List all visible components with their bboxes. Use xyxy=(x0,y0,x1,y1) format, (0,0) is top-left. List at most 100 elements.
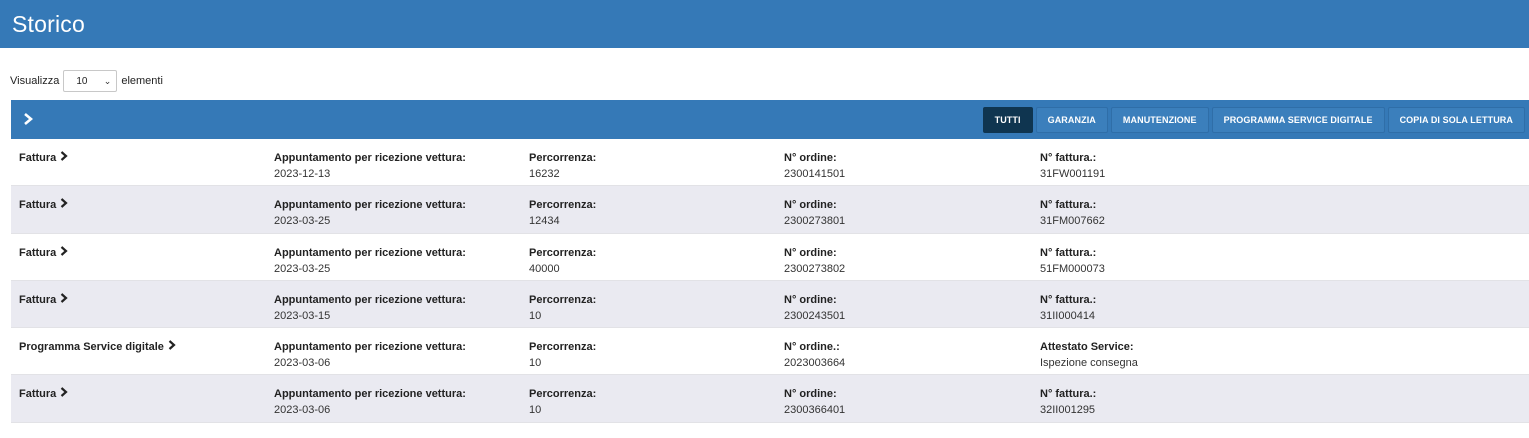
row-type-link[interactable]: Fattura xyxy=(19,198,68,212)
order-label: N° ordine: xyxy=(784,246,837,259)
row-type-label: Fattura xyxy=(19,293,57,306)
row-type-label: Fattura xyxy=(19,152,57,164)
appointment-cell: Appuntamento per ricezione vettura: 2023-… xyxy=(274,150,466,182)
order-cell: N° ordine: 2300273802 xyxy=(784,245,845,277)
order-cell: N° ordine: 2300366401 xyxy=(784,386,845,418)
mileage-label: Percorrenza: xyxy=(529,246,597,259)
order-label: N° ordine: xyxy=(784,388,837,401)
row-type-link[interactable]: Fattura xyxy=(19,387,68,401)
appointment-cell: Appuntamento per ricezione vettura: 2023-… xyxy=(274,197,466,229)
order-cell: N° ordine: 2300141501 xyxy=(784,150,845,182)
table-toolbar: TUTTI GARANZIA MANUTENZIONE PROGRAMMA SERVI… xyxy=(11,100,1529,139)
appointment-label: Appuntamento per ricezione vettura: xyxy=(274,388,466,401)
chevron-right-icon xyxy=(60,245,68,259)
length-suffix: elementi xyxy=(121,75,163,87)
row-type-label: Fattura xyxy=(19,246,57,259)
invoice-cell: N° fattura.: 32II001295 xyxy=(1040,386,1096,418)
filter-button-copia-di-sola-lettura[interactable]: COPIA DI SOLA LETTURA xyxy=(1387,106,1525,133)
invoice-value: 32II001295 xyxy=(1040,404,1096,417)
mileage-cell: Percorrenza: 10 xyxy=(529,339,596,371)
order-cell: N° ordine: 2300273801 xyxy=(784,197,845,229)
appointment-cell: Appuntamento per ricezione vettura: 2023-… xyxy=(274,386,466,418)
appointment-label: Appuntamento per ricezione vettura: xyxy=(274,293,466,306)
appointment-value: 2023-03-06 xyxy=(274,357,331,370)
table-row: Fattura Appuntamento per ricezione vettur… xyxy=(11,234,1529,281)
row-type-label: Fattura xyxy=(19,388,57,401)
table-row: Fattura Appuntamento per ricezione vettur… xyxy=(11,139,1529,187)
row-type-cell: Fattura xyxy=(19,197,68,213)
appointment-value: 2023-03-25 xyxy=(274,215,331,228)
mileage-value: 10 xyxy=(529,357,542,370)
mileage-label: Percorrenza: xyxy=(529,388,597,401)
filter-button-manutenzione[interactable]: MANUTENZIONE xyxy=(1110,106,1209,133)
filter-button-garanzia[interactable]: GARANZIA xyxy=(1035,106,1108,133)
invoice-value: 31FM007662 xyxy=(1040,215,1105,228)
invoice-cell: Attestato Service: Ispezione consegna xyxy=(1040,339,1138,371)
row-type-link[interactable]: Fattura xyxy=(19,293,68,306)
order-value: 2023003664 xyxy=(784,357,846,370)
appointment-value: 2023-03-15 xyxy=(274,309,331,322)
order-value: 2300243501 xyxy=(784,309,846,322)
row-type-label: Fattura xyxy=(19,199,57,212)
appointment-value: 2023-03-25 xyxy=(274,262,331,275)
invoice-label: N° fattura.: xyxy=(1040,246,1097,259)
appointment-label: Appuntamento per ricezione vettura: xyxy=(274,341,466,354)
mileage-cell: Percorrenza: 40000 xyxy=(529,245,596,277)
appointment-cell: Appuntamento per ricezione vettura: 2023-… xyxy=(274,339,466,371)
appointment-cell: Appuntamento per ricezione vettura: 2023-… xyxy=(274,292,466,324)
row-type-link[interactable]: Fattura xyxy=(19,151,68,164)
mileage-cell: Percorrenza: 16232 xyxy=(529,150,596,182)
appointment-value: 2023-03-06 xyxy=(274,404,331,417)
order-label: N° ordine: xyxy=(784,152,837,164)
mileage-value: 40000 xyxy=(529,262,560,275)
chevron-right-icon xyxy=(60,387,68,400)
page-length-select[interactable]: 10 ⌄ xyxy=(63,70,118,92)
order-label: N° ordine.: xyxy=(784,341,840,354)
invoice-value: 31II000414 xyxy=(1040,309,1096,322)
page-length-control: Visualizza 10 ⌄ elementi xyxy=(10,70,163,92)
invoice-value: Ispezione consegna xyxy=(1040,357,1138,370)
order-label: N° ordine: xyxy=(784,199,837,212)
length-prefix: Visualizza xyxy=(10,75,60,87)
invoice-cell: N° fattura.: 31FW001191 xyxy=(1040,150,1105,182)
invoice-cell: N° fattura.: 31II000414 xyxy=(1040,292,1096,324)
page-length-value: 10 xyxy=(76,75,88,87)
invoice-value: 51FM000073 xyxy=(1040,262,1105,275)
table-row: Fattura Appuntamento per ricezione vettur… xyxy=(11,280,1529,329)
appointment-value: 2023-12-13 xyxy=(274,168,331,180)
row-type-link[interactable]: Programma Service digitale xyxy=(19,340,176,353)
chevron-right-icon[interactable] xyxy=(21,112,35,128)
chevron-right-icon xyxy=(168,340,176,353)
chevron-right-icon xyxy=(60,151,68,164)
order-cell: N° ordine: 2300243501 xyxy=(784,292,845,324)
order-value: 2300366401 xyxy=(784,404,846,417)
mileage-value: 16232 xyxy=(529,168,560,180)
invoice-label: N° fattura.: xyxy=(1040,152,1097,164)
table-row: Programma Service digitale Appuntamento p… xyxy=(11,328,1529,376)
mileage-cell: Percorrenza: 10 xyxy=(529,292,596,324)
mileage-value: 10 xyxy=(529,309,542,322)
chevron-down-icon: ⌄ xyxy=(103,75,112,86)
filter-button-programma-service-digitale[interactable]: PROGRAMMA SERVICE DIGITALE xyxy=(1211,106,1385,133)
row-type-cell: Fattura xyxy=(19,245,68,261)
appointment-label: Appuntamento per ricezione vettura: xyxy=(274,246,466,259)
history-table: Fattura Appuntamento per ricezione vettur… xyxy=(11,139,1529,423)
invoice-label: N° fattura.: xyxy=(1040,199,1097,212)
row-type-cell: Fattura xyxy=(19,150,68,166)
mileage-value: 10 xyxy=(529,404,542,417)
chevron-right-icon xyxy=(60,198,68,211)
appointment-cell: Appuntamento per ricezione vettura: 2023-… xyxy=(274,245,466,277)
appointment-label: Appuntamento per ricezione vettura: xyxy=(274,152,466,164)
mileage-label: Percorrenza: xyxy=(529,199,597,212)
row-type-cell: Fattura xyxy=(19,386,68,402)
page-header: Storico xyxy=(0,0,1529,48)
invoice-label: Attestato Service: xyxy=(1040,341,1134,354)
mileage-label: Percorrenza: xyxy=(529,152,597,164)
invoice-cell: N° fattura.: 31FM007662 xyxy=(1040,197,1105,229)
invoice-cell: N° fattura.: 51FM000073 xyxy=(1040,245,1105,277)
row-type-link[interactable]: Fattura xyxy=(19,245,68,259)
filter-button-tutti[interactable]: TUTTI xyxy=(982,106,1033,133)
invoice-label: N° fattura.: xyxy=(1040,388,1097,401)
table-row: Fattura Appuntamento per ricezione vettur… xyxy=(11,186,1529,234)
table-row: Fattura Appuntamento per ricezione vettur… xyxy=(11,375,1529,423)
